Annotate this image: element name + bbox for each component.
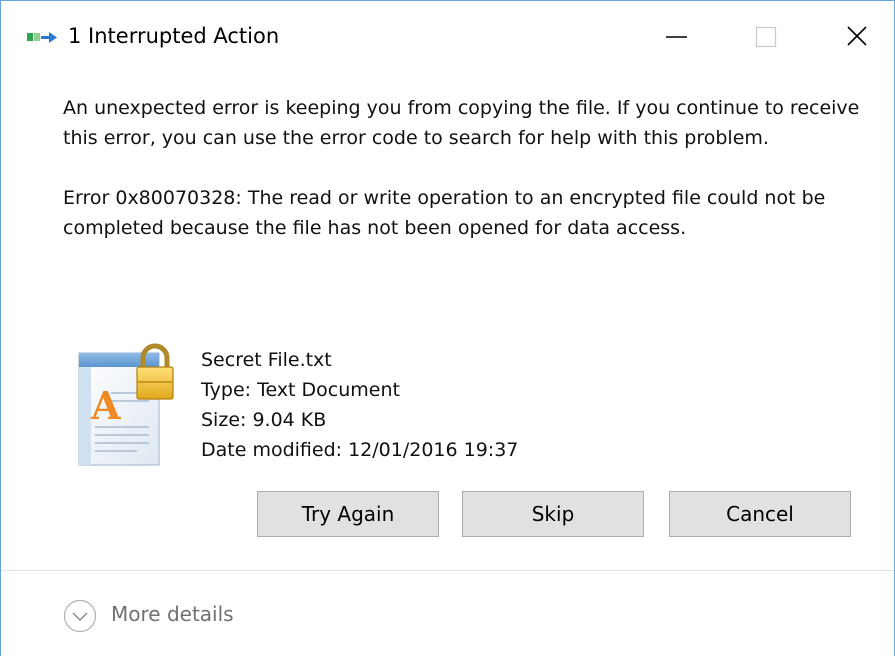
close-button[interactable] bbox=[811, 1, 894, 71]
title-bar[interactable]: 1 Interrupted Action bbox=[1, 1, 894, 71]
file-details: Secret File.txt Type: Text Document Size… bbox=[201, 345, 518, 465]
error-message: An unexpected error is keeping you from … bbox=[63, 93, 873, 243]
file-type: Type: Text Document bbox=[201, 379, 400, 401]
window-title: 1 Interrupted Action bbox=[68, 24, 280, 48]
svg-text:A: A bbox=[90, 383, 121, 428]
maximize-button bbox=[721, 1, 811, 71]
skip-button[interactable]: Skip bbox=[462, 491, 644, 537]
more-details-link[interactable]: More details bbox=[111, 602, 234, 626]
file-date-modified: Date modified: 12/01/2016 19:37 bbox=[201, 439, 519, 461]
file-transfer-icon bbox=[27, 29, 61, 47]
error-code-text: Error 0x80070328: The read or write oper… bbox=[63, 187, 826, 239]
try-again-button[interactable]: Try Again bbox=[257, 491, 439, 537]
error-dialog: 1 Interrupted Action An unexpected error… bbox=[0, 0, 895, 656]
file-name: Secret File.txt bbox=[201, 349, 332, 371]
chevron-down-icon[interactable] bbox=[63, 599, 97, 633]
dialog-footer: More details bbox=[1, 570, 894, 656]
minimize-button[interactable] bbox=[631, 1, 721, 71]
maximize-icon bbox=[755, 26, 777, 48]
error-description: An unexpected error is keeping you from … bbox=[63, 97, 860, 149]
cancel-button[interactable]: Cancel bbox=[669, 491, 851, 537]
encrypted-text-file-icon: A bbox=[77, 343, 181, 467]
file-size: Size: 9.04 KB bbox=[201, 409, 327, 431]
close-icon bbox=[847, 26, 867, 46]
minimize-icon bbox=[666, 36, 687, 38]
